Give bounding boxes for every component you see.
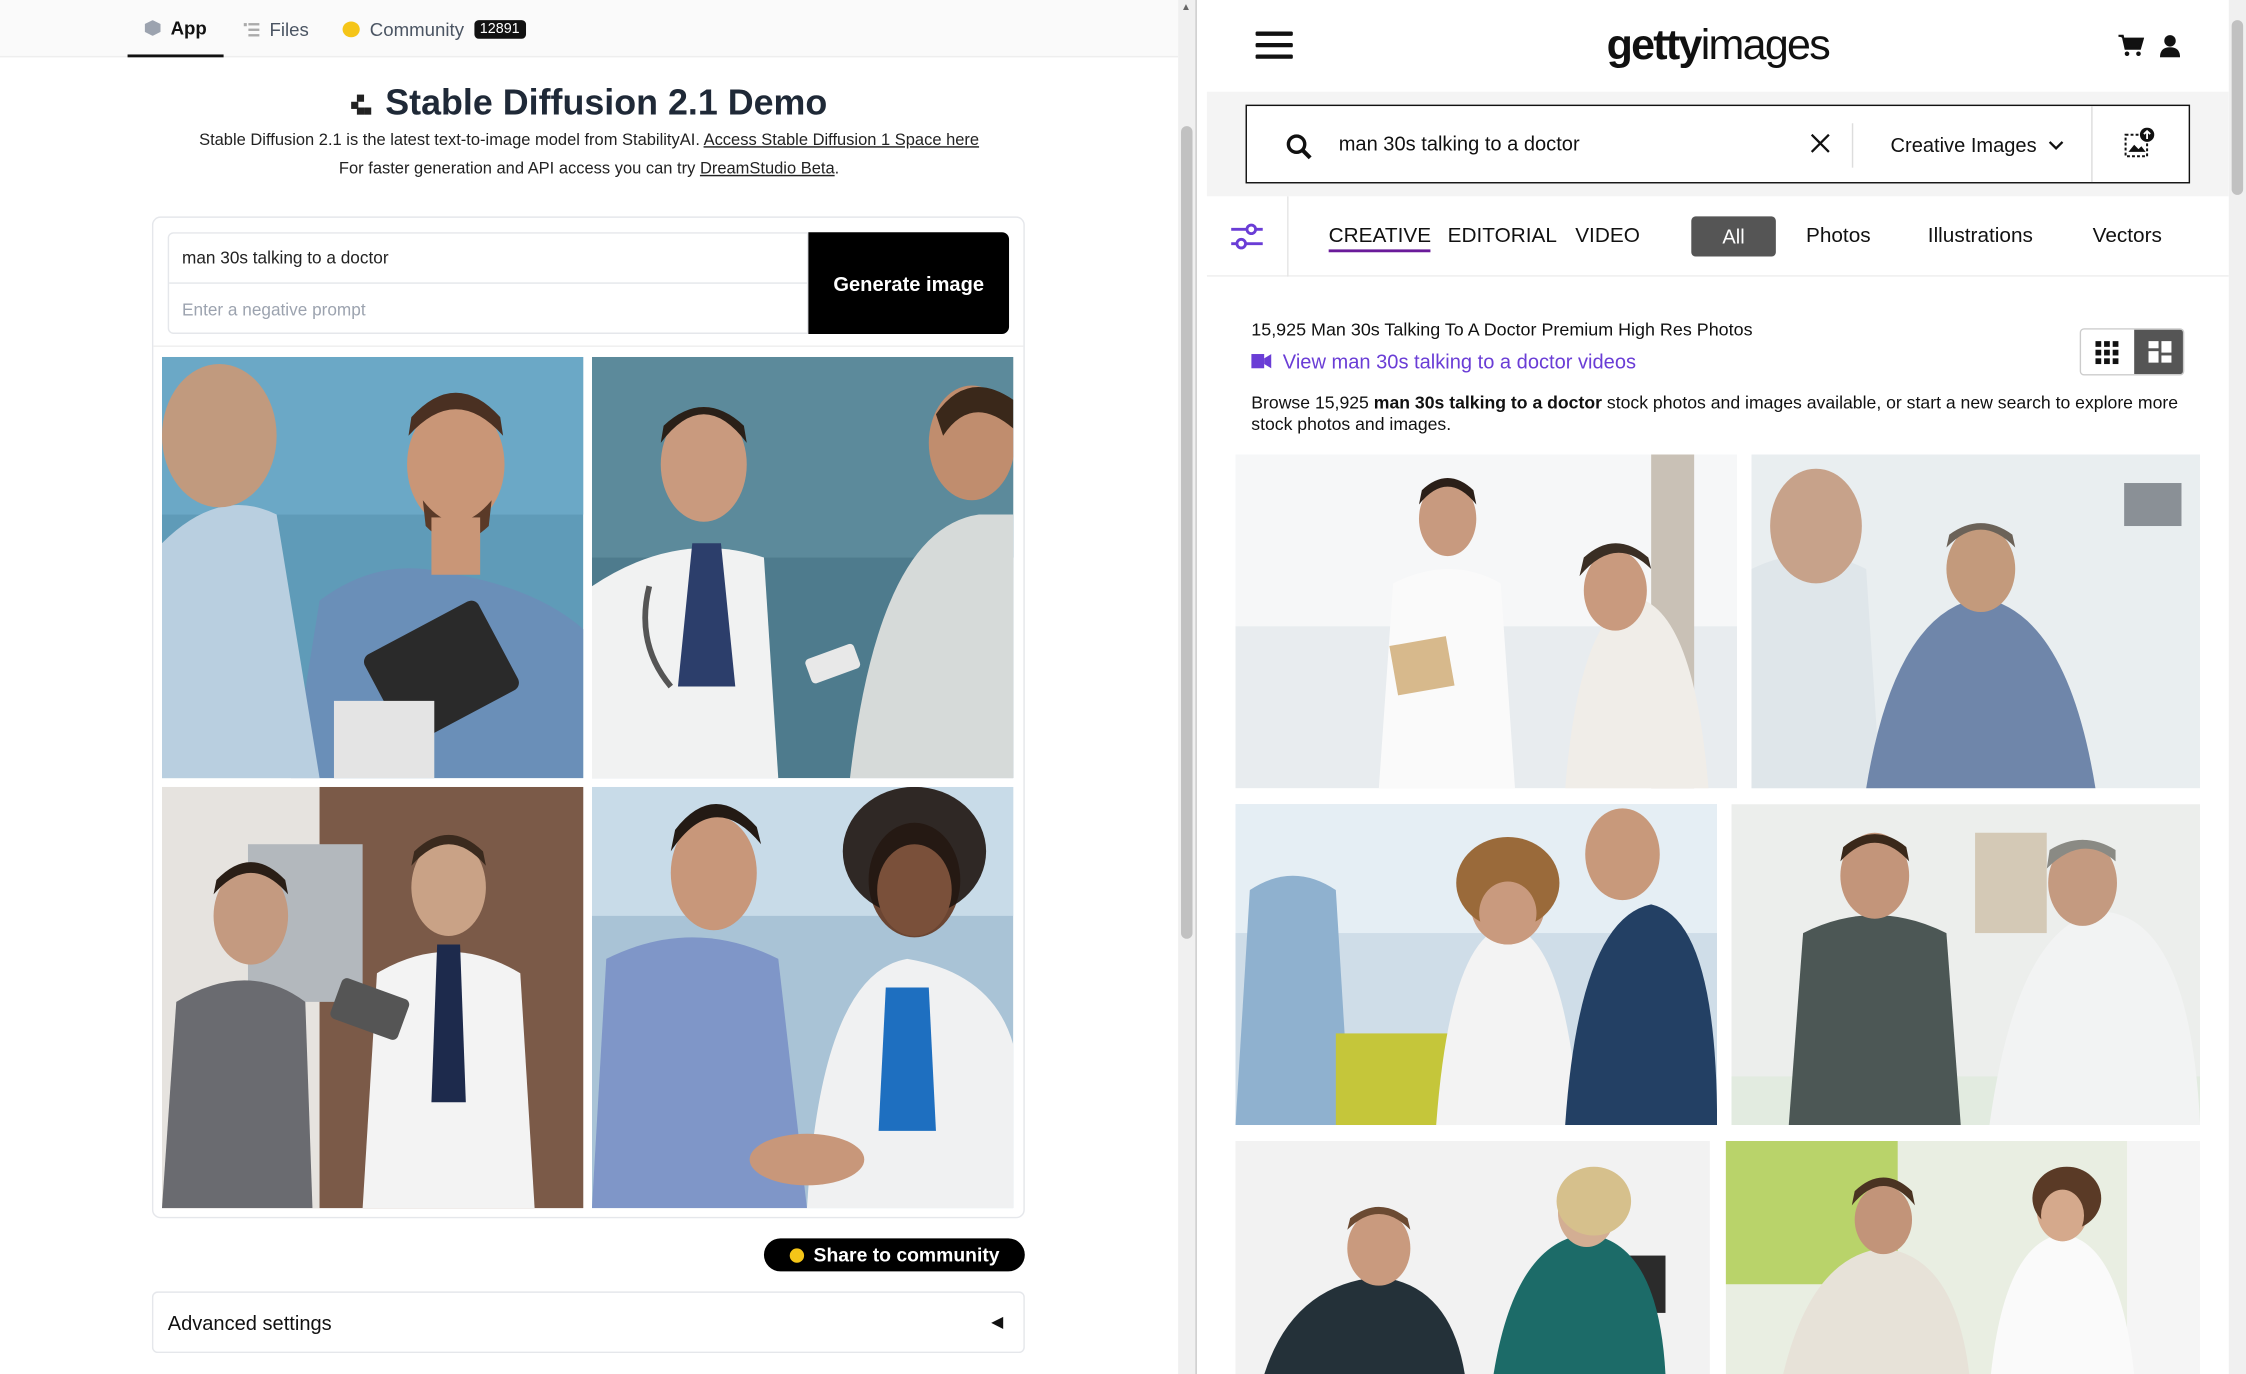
search-icon[interactable]: [1286, 133, 1313, 160]
gallery-image-3-art: [161, 786, 584, 1209]
getty-photo-2[interactable]: [1751, 454, 2201, 789]
mosaic-view-icon: [2148, 341, 2172, 363]
stability-logo-icon: [350, 93, 371, 114]
mosaic-view-button[interactable]: [2134, 329, 2183, 375]
getty-pane: gettyimages man 30s talking to a doctor: [1206, 0, 2229, 1374]
video-camera-icon: [1251, 354, 1272, 369]
page-title-text: Stable Diffusion 2.1 Demo: [385, 83, 828, 124]
getty-photo-4-art: [1731, 804, 2201, 1126]
dreamstudio-link[interactable]: DreamStudio Beta: [700, 161, 835, 178]
filter-bar: CREATIVE EDITORIAL VIDEO All Photos Illu…: [1206, 196, 2229, 277]
getty-photo-4[interactable]: [1731, 804, 2201, 1126]
page-title: Stable Diffusion 2.1 Demo: [158, 83, 1021, 125]
tab-community[interactable]: Community 12891: [342, 0, 526, 57]
window-divider: [1195, 0, 1206, 1374]
tab-editorial[interactable]: EDITORIAL: [1448, 225, 1557, 248]
getty-logo-light: images: [1700, 21, 1831, 69]
view-videos-label: View man 30s talking to a doctor videos: [1282, 349, 1637, 373]
tab-video[interactable]: VIDEO: [1575, 225, 1640, 248]
gallery-image-3[interactable]: [161, 786, 584, 1209]
left-scrollbar[interactable]: ▲: [1178, 0, 1196, 1374]
hf-emoji-icon: [789, 1247, 804, 1263]
caret-left-icon: ◀: [991, 1314, 1004, 1332]
getty-photo-3-art: [1235, 804, 1718, 1126]
intro-text-2: For faster generation and API access you…: [338, 160, 696, 178]
filter-photos[interactable]: Photos: [1806, 225, 1871, 248]
clear-search-icon[interactable]: [1810, 133, 1830, 153]
image-type-label: Creative Images: [1890, 133, 2037, 157]
filters-sliders-icon[interactable]: [1230, 222, 1264, 251]
gradio-space-pane: App Files Community 12891 Stable Diffusi…: [0, 0, 1179, 1374]
browse-description: Browse 15,925 man 30s talking to a docto…: [1251, 393, 2183, 435]
negative-prompt-input[interactable]: Enter a negative prompt: [169, 284, 810, 334]
chevron-down-icon: [2048, 140, 2064, 150]
tab-files-label: Files: [269, 17, 309, 40]
getty-photo-5[interactable]: [1235, 1140, 1710, 1374]
share-label: Share to community: [813, 1244, 1000, 1266]
getty-logo-bold: getty: [1606, 21, 1703, 69]
grid-view-button[interactable]: [2081, 329, 2133, 375]
gallery-image-1-art: [161, 356, 584, 779]
browse-prefix: Browse 15,925: [1251, 392, 1369, 413]
filter-separator: [1287, 196, 1289, 277]
intro-end: .: [834, 160, 840, 178]
scroll-up-arrow-icon[interactable]: ▲: [1181, 3, 1191, 13]
community-count-badge: 12891: [474, 19, 526, 38]
getty-header: gettyimages: [1206, 0, 2229, 92]
browse-term: man 30s talking to a doctor: [1373, 392, 1602, 413]
gallery-image-4-art: [591, 786, 1014, 1209]
grid-view-icon: [2095, 341, 2119, 365]
image-type-dropdown[interactable]: Creative Images: [1891, 133, 2064, 156]
right-scrollbar-thumb[interactable]: [2231, 20, 2244, 195]
tab-creative[interactable]: CREATIVE: [1328, 225, 1432, 253]
results-heading: 15,925 Man 30s Talking To A Doctor Premi…: [1251, 319, 1753, 340]
getty-logo[interactable]: gettyimages: [1207, 21, 2229, 70]
search-separator: [1851, 123, 1854, 168]
search-input[interactable]: man 30s talking to a doctor: [1339, 132, 1580, 155]
getty-photo-6-art: [1725, 1140, 2201, 1374]
view-videos-link[interactable]: View man 30s talking to a doctor videos: [1251, 350, 1636, 373]
gallery-image-2-art: [591, 356, 1014, 779]
space-tab-bar: App Files Community 12891: [0, 0, 1179, 58]
gallery-divider: [153, 345, 1024, 347]
intro-line-1: Stable Diffusion 2.1 is the latest text-…: [143, 132, 1035, 149]
getty-photo-1-art: [1235, 454, 1738, 789]
cube-icon: [144, 19, 161, 36]
getty-photo-6[interactable]: [1725, 1140, 2201, 1374]
cart-icon[interactable]: [2118, 34, 2145, 57]
search-band: man 30s talking to a doctor Creative Ima…: [1206, 91, 2229, 197]
right-scrollbar[interactable]: [2228, 0, 2246, 1374]
tab-community-label: Community: [369, 17, 465, 40]
tab-app[interactable]: App: [127, 0, 224, 58]
filter-vectors[interactable]: Vectors: [2093, 225, 2162, 248]
tab-app-label: App: [170, 16, 207, 38]
getty-photo-5-art: [1235, 1140, 1710, 1374]
generate-image-button[interactable]: Generate image: [808, 232, 1010, 334]
getty-photo-1[interactable]: [1235, 454, 1738, 789]
intro-text-1: Stable Diffusion 2.1 is the latest text-…: [199, 131, 700, 150]
gallery-image-1[interactable]: [161, 356, 584, 779]
files-icon: [243, 22, 260, 36]
search-by-image-icon[interactable]: [2124, 127, 2156, 160]
hf-emoji-icon: [342, 20, 360, 37]
advanced-settings-accordion[interactable]: Advanced settings ◀: [151, 1291, 1025, 1354]
gallery-image-4[interactable]: [591, 786, 1014, 1209]
filter-all-button[interactable]: All: [1691, 216, 1776, 257]
sd1-space-link[interactable]: Access Stable Diffusion 1 Space here: [704, 132, 980, 149]
user-icon[interactable]: [2159, 34, 2181, 58]
tab-files[interactable]: Files: [243, 0, 309, 57]
search-bar: man 30s talking to a doctor Creative Ima…: [1245, 104, 2191, 184]
share-to-community-button[interactable]: Share to community: [763, 1238, 1025, 1272]
getty-photo-2-art: [1751, 454, 2201, 789]
left-scrollbar-thumb[interactable]: [1181, 126, 1193, 939]
filter-illustrations[interactable]: Illustrations: [1928, 225, 2033, 248]
prompt-input[interactable]: man 30s talking to a doctor: [169, 234, 810, 284]
getty-photo-3[interactable]: [1235, 804, 1718, 1126]
advanced-settings-label: Advanced settings: [167, 1310, 332, 1334]
search-separator-2: [2091, 106, 2093, 183]
intro-line-2: For faster generation and API access you…: [143, 161, 1035, 178]
prompt-box: man 30s talking to a doctor Enter a nega…: [167, 232, 810, 334]
view-toggle: [2079, 328, 2185, 376]
gallery-image-2[interactable]: [591, 356, 1014, 779]
